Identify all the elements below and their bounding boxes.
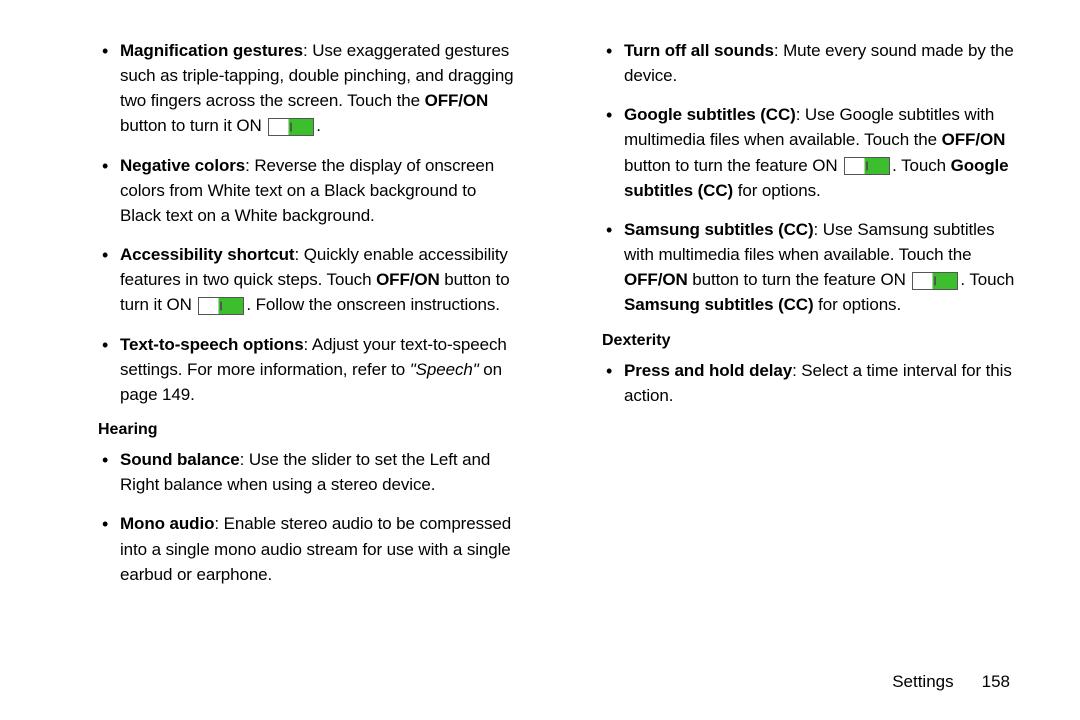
toggle-on-icon	[268, 118, 314, 136]
item-title: Samsung subtitles (CC)	[624, 220, 814, 239]
columns: Magnification gestures: Use exaggerated …	[60, 38, 1020, 601]
vision-list-continued: Magnification gestures: Use exaggerated …	[60, 38, 516, 407]
bold-inline: Samsung subtitles (CC)	[624, 295, 814, 314]
footer-page-number: 158	[982, 672, 1010, 691]
list-item: Press and hold delay: Select a time inte…	[564, 358, 1020, 408]
italic-inline: "Speech"	[410, 360, 479, 379]
right-column: Turn off all sounds: Mute every sound ma…	[564, 38, 1020, 601]
bold-inline: OFF/ON	[624, 270, 688, 289]
item-title: Accessibility shortcut	[120, 245, 294, 264]
item-title: Negative colors	[120, 156, 245, 175]
hearing-list-continued: Turn off all sounds: Mute every sound ma…	[564, 38, 1020, 318]
item-title: Press and hold delay	[624, 361, 792, 380]
bold-inline: OFF/ON	[376, 270, 440, 289]
list-item: Sound balance: Use the slider to set the…	[60, 447, 516, 497]
list-item: Text-to-speech options: Adjust your text…	[60, 332, 516, 407]
bold-inline: OFF/ON	[425, 91, 489, 110]
item-text: . Touch	[892, 156, 950, 175]
item-text: button to turn the feature ON	[624, 156, 842, 175]
list-item: Magnification gestures: Use exaggerated …	[60, 38, 516, 139]
item-title: Turn off all sounds	[624, 41, 774, 60]
list-item: Turn off all sounds: Mute every sound ma…	[564, 38, 1020, 88]
toggle-on-icon	[912, 272, 958, 290]
item-text: for options.	[733, 181, 821, 200]
page-footer: Settings 158	[892, 672, 1010, 692]
item-title: Sound balance	[120, 450, 240, 469]
item-text: . Touch	[960, 270, 1014, 289]
toggle-on-icon	[198, 297, 244, 315]
item-text: . Follow the onscreen instructions.	[246, 295, 500, 314]
toggle-on-icon	[844, 157, 890, 175]
list-item: Google subtitles (CC): Use Google subtit…	[564, 102, 1020, 203]
section-heading-hearing: Hearing	[98, 421, 516, 439]
item-title: Text-to-speech options	[120, 335, 304, 354]
manual-page: Magnification gestures: Use exaggerated …	[0, 0, 1080, 720]
item-text: button to turn it ON	[120, 116, 266, 135]
list-item: Accessibility shortcut: Quickly enable a…	[60, 242, 516, 317]
section-heading-dexterity: Dexterity	[602, 332, 1020, 350]
list-item: Mono audio: Enable stereo audio to be co…	[60, 511, 516, 586]
item-text: .	[316, 116, 321, 135]
hearing-list: Sound balance: Use the slider to set the…	[60, 447, 516, 587]
list-item: Samsung subtitles (CC): Use Samsung subt…	[564, 217, 1020, 318]
bold-inline: OFF/ON	[942, 130, 1006, 149]
item-title: Google subtitles (CC)	[624, 105, 796, 124]
list-item: Negative colors: Reverse the display of …	[60, 153, 516, 228]
item-title: Magnification gestures	[120, 41, 303, 60]
left-column: Magnification gestures: Use exaggerated …	[60, 38, 516, 601]
dexterity-list: Press and hold delay: Select a time inte…	[564, 358, 1020, 408]
footer-section-label: Settings	[892, 672, 953, 691]
item-text: for options.	[814, 295, 902, 314]
item-title: Mono audio	[120, 514, 214, 533]
item-text: button to turn the feature ON	[688, 270, 911, 289]
